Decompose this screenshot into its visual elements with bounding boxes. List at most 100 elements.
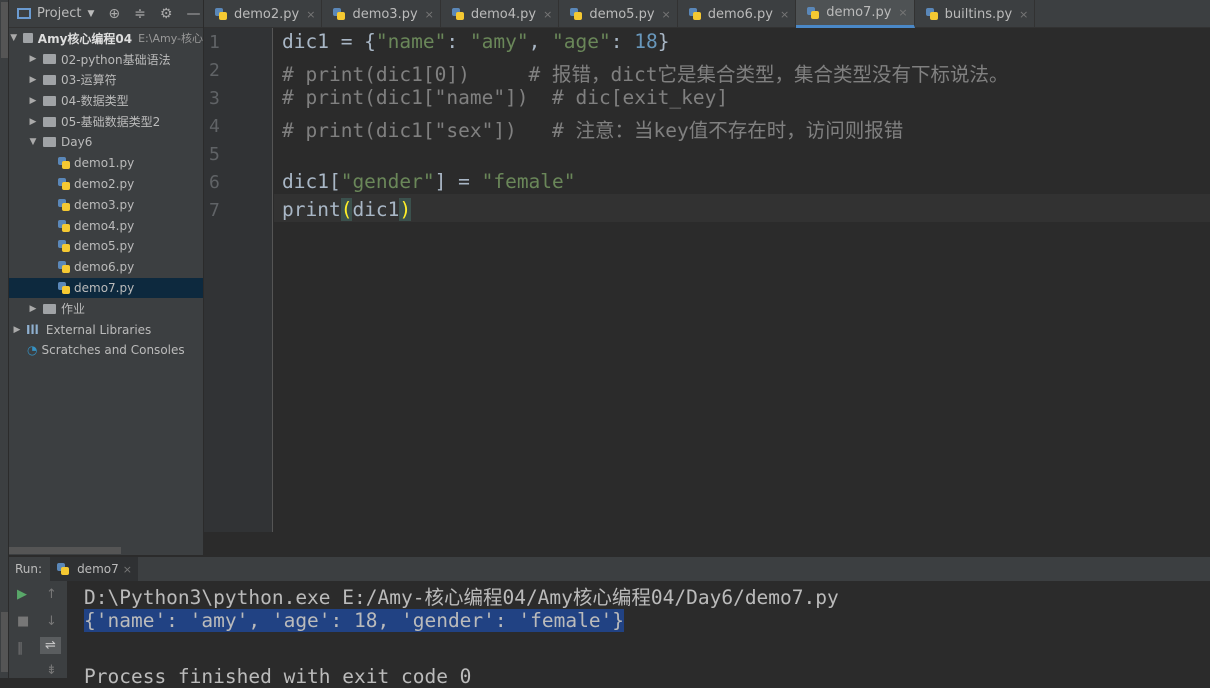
tree-item[interactable]: demo2.py [9,174,203,195]
tree-item[interactable]: ▶ 03-运算符 [9,70,203,91]
code-editor[interactable]: 1 dic1 = {"name": "amy", "age": 18} 2 # pri… [204,28,1210,555]
python-file-icon [57,198,71,212]
run-tab-label: demo7 [77,562,119,576]
python-file-icon [57,281,71,295]
code-token: print [282,198,341,221]
chevron-right-icon[interactable]: ▶ [27,54,39,64]
tab-demo7-py[interactable]: demo7.py × [796,0,915,28]
tree-item-label: Day6 [61,135,93,150]
chevron-right-icon[interactable]: ▶ [27,75,39,85]
tree-item[interactable]: ◔ Scratches and Consoles [9,340,203,361]
python-file-icon [806,6,820,20]
code-token: dic1 [352,198,400,221]
chevron-down-icon[interactable]: ▼ [9,33,19,43]
tree-item-label: demo5.py [74,239,135,254]
tree-item[interactable]: demo1.py [9,153,203,174]
tree-item[interactable]: ▶ Ill External Libraries [9,319,203,340]
gear-icon[interactable]: ⚙ [160,6,173,22]
run-panel-header: Run: demo7 × [9,557,1210,581]
close-icon[interactable]: × [425,8,434,21]
chevron-down-icon[interactable]: ▼ [27,137,39,147]
folder-icon [43,116,56,127]
collapse-all-icon[interactable]: ≑ [134,6,146,22]
code-token: "female" [481,170,576,193]
python-file-icon [688,7,702,21]
tab-demo4-py[interactable]: demo4.py × [441,0,560,28]
close-icon[interactable]: × [662,8,671,21]
tab-label: demo5.py [589,6,655,22]
close-icon[interactable]: × [780,8,789,21]
tab-builtins-py[interactable]: builtins.py × [915,0,1036,28]
run-tab-demo7[interactable]: demo7 × [50,557,138,581]
tab-label: demo7.py [826,5,892,20]
tree-item[interactable]: ▶ 作业 [9,298,203,319]
hide-icon[interactable]: — [186,6,200,22]
horizontal-scrollbar[interactable] [9,547,121,554]
tab-demo3-py[interactable]: demo3.py × [322,0,441,28]
tree-item[interactable]: ▶ 02-python基础语法 [9,49,203,70]
project-view-dropdown[interactable]: Project [37,6,81,21]
python-file-icon [332,7,346,21]
soft-wrap-icon[interactable]: ⇌ [40,637,61,654]
tab-demo5-py[interactable]: demo5.py × [559,0,678,28]
tree-item[interactable]: demo7.py [9,277,203,299]
code-token: ) [399,198,412,221]
project-panel: Project ▼ ⊕ ≑ ⚙ — ▼ Amy核心编程04 E:\Amy-核心 ▶… [9,0,203,555]
tree-root[interactable]: ▼ Amy核心编程04 E:\Amy-核心 [9,28,203,49]
tree-item-label: Scratches and Consoles [41,343,185,358]
tree-item[interactable]: ▶ 04-数据类型 [9,90,203,111]
tab-demo6-py[interactable]: demo6.py × [678,0,797,28]
tree-item-label: demo4.py [74,218,135,233]
chevron-right-icon[interactable]: ▶ [11,325,23,335]
tree-item-label: 03-运算符 [61,73,117,88]
tree-item[interactable]: demo4.py [9,215,203,236]
chevron-right-icon[interactable]: ▶ [27,304,39,314]
close-icon[interactable]: × [1019,8,1028,21]
line-number: 7 [209,200,220,221]
close-icon[interactable]: × [123,563,132,576]
tab-label: demo3.py [352,6,418,22]
code-token: "amy" [469,30,529,53]
code-token: "name" [375,30,447,53]
python-file-icon [569,7,583,21]
python-file-icon [57,239,71,253]
chevron-right-icon[interactable]: ▶ [27,96,39,106]
code-line: dic1["gender"] = "female" [282,170,576,193]
run-toolbar: ▶ ↑ ■ ↓ ∥ ⇌ ⇟ [9,581,67,678]
rerun-icon[interactable]: ▶ [17,587,27,602]
python-file-icon [57,219,71,233]
console-text: D:\Python3\python.exe E:/Amy-核心编程04/Amy核… [84,586,839,609]
tree-item[interactable]: demo5.py [9,236,203,257]
pause-icon[interactable]: ∥ [17,641,24,656]
tree-item-label: 05-基础数据类型2 [61,115,161,130]
chevron-right-icon[interactable]: ▶ [27,117,39,127]
stop-icon[interactable]: ■ [17,614,29,629]
tab-demo2-py[interactable]: demo2.py × [204,0,323,28]
run-label: Run: [15,562,43,576]
code-token: ( [340,198,353,221]
tree-item-label: 04-数据类型 [61,94,129,109]
locate-icon[interactable]: ⊕ [108,6,120,22]
tree-item[interactable]: ▼ Day6 [9,132,203,153]
python-file-icon [214,7,228,21]
code-token: , [528,30,553,53]
scratches-icon: ◔ [27,343,38,358]
code-token: # print(dic1[0]) # 报错，dict它是集合类型，集合类型没有下… [282,63,1009,86]
code-token: : [446,30,470,53]
tree-item[interactable]: demo3.py [9,194,203,215]
down-arrow-icon[interactable]: ↓ [46,614,57,629]
scroll-to-end-icon[interactable]: ⇟ [46,663,57,678]
project-view-icon [17,8,31,19]
close-icon[interactable]: × [898,6,907,19]
tree-item[interactable]: demo6.py [9,257,203,278]
line-number: 2 [209,60,220,81]
up-arrow-icon[interactable]: ↑ [46,587,57,602]
console-text: Process finished with exit code 0 [84,665,472,688]
root-path: E:\Amy-核心 [138,32,203,46]
tree-item[interactable]: ▶ 05-基础数据类型2 [9,111,203,132]
tab-label: builtins.py [944,6,1013,22]
close-icon[interactable]: × [306,8,315,21]
close-icon[interactable]: × [543,8,552,21]
python-file-icon [451,7,465,21]
code-line: # print(dic1["name"]) # dic[exit_key] [282,86,728,109]
